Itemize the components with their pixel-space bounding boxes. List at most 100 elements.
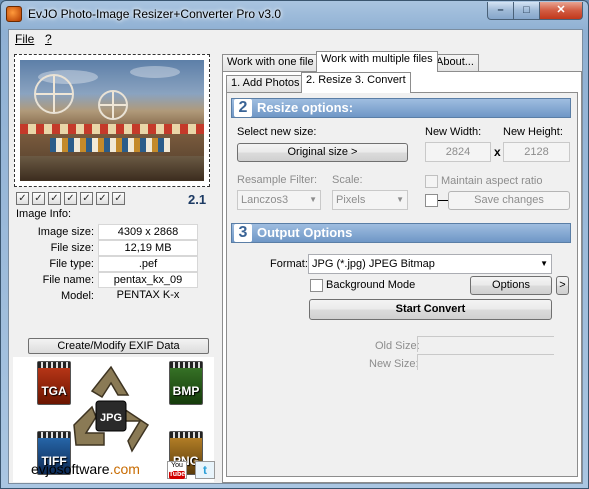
info-row-image-size: Image size: 4309 x 2868 bbox=[14, 224, 212, 240]
app-window: EvJO Photo-Image Resizer+Converter Pro v… bbox=[0, 0, 589, 489]
menu-bar: File ? bbox=[9, 30, 582, 48]
create-exif-button[interactable]: Create/Modify EXIF Data bbox=[28, 338, 209, 354]
new-width-label: New Width: bbox=[425, 126, 482, 138]
tab-multiple-files[interactable]: Work with multiple files bbox=[316, 51, 438, 72]
preview-check[interactable]: ✓ bbox=[48, 192, 61, 205]
twitter-icon[interactable]: t bbox=[195, 461, 215, 479]
preview-check[interactable]: ✓ bbox=[80, 192, 93, 205]
info-label: File type: bbox=[49, 258, 94, 270]
preview-frame bbox=[14, 54, 210, 187]
recycle-icon: JPG bbox=[73, 365, 150, 453]
maintain-aspect-checkbox[interactable] bbox=[425, 175, 438, 188]
resize-options-header: 2 Resize options: bbox=[231, 98, 571, 118]
preview-check[interactable]: ✓ bbox=[112, 192, 125, 205]
preview-check[interactable]: ✓ bbox=[96, 192, 109, 205]
info-row-file-name: File name: pentax_kx_09 bbox=[14, 272, 212, 288]
scale-value: Pixels bbox=[336, 194, 366, 206]
step-number: 3 bbox=[234, 224, 252, 242]
film-strip bbox=[170, 362, 202, 368]
scale-select[interactable]: Pixels ▼ bbox=[332, 190, 408, 210]
jpg-label: JPG bbox=[100, 412, 122, 424]
format-label: Format: bbox=[270, 258, 308, 270]
info-label: Image size: bbox=[37, 226, 94, 238]
info-row-file-size: File size: 12,19 MB bbox=[14, 240, 212, 256]
tab-one-file[interactable]: Work with one file bbox=[222, 54, 319, 71]
select-size-label: Select new size: bbox=[237, 126, 317, 138]
preview-check[interactable]: ✓ bbox=[64, 192, 77, 205]
menu-file[interactable]: File bbox=[15, 32, 34, 46]
menu-file-label: File bbox=[15, 32, 35, 46]
resize-convert-panel: 2 Resize options: Select new size: Origin… bbox=[226, 92, 578, 477]
format-value: JPG (*.jpg) JPEG Bitmap bbox=[312, 258, 435, 270]
website-link[interactable]: evjosoftware.com bbox=[31, 461, 140, 477]
bmp-label: BMP bbox=[172, 384, 200, 398]
section-title: Resize options: bbox=[257, 100, 354, 115]
preview-cloud bbox=[130, 66, 180, 78]
fair-booths bbox=[50, 138, 170, 152]
scale-label: Scale: bbox=[332, 174, 363, 186]
left-panel: ✓ ✓ ✓ ✓ ✓ ✓ ✓ 2.1 Image Info: Image size: 4309… bbox=[12, 51, 216, 483]
multiple-files-panel: 1. Add Photos 2. Resize 3. Convert 2 Resi… bbox=[222, 71, 582, 489]
title-bar[interactable]: EvJO Photo-Image Resizer+Converter Pro v… bbox=[1, 1, 588, 28]
minimize-button[interactable]: – bbox=[487, 2, 514, 20]
save-changes-button[interactable]: Save changes bbox=[448, 191, 570, 210]
background-mode-checkbox[interactable] bbox=[310, 279, 323, 292]
site-name: evjosoftware bbox=[31, 461, 110, 477]
info-value: PENTAX K-x bbox=[116, 289, 180, 301]
height-field[interactable]: 2128 bbox=[503, 142, 570, 162]
tab-about[interactable]: About... bbox=[431, 54, 479, 71]
window-title: EvJO Photo-Image Resizer+Converter Pro v… bbox=[28, 7, 282, 21]
width-field[interactable]: 2824 bbox=[425, 142, 491, 162]
photo-preview[interactable] bbox=[20, 60, 204, 181]
status-indicator: ... bbox=[399, 481, 407, 489]
tab-resize-convert[interactable]: 2. Resize 3. Convert bbox=[301, 72, 411, 93]
maintain-aspect-label: Maintain aspect ratio bbox=[441, 175, 543, 187]
maximize-button[interactable]: □ bbox=[513, 2, 540, 20]
ferris-wheel bbox=[34, 74, 74, 114]
new-height-label: New Height: bbox=[503, 126, 563, 138]
step-number: 2 bbox=[234, 99, 252, 117]
youtube-icon[interactable]: You Tube bbox=[167, 461, 187, 479]
preview-checks: ✓ ✓ ✓ ✓ ✓ ✓ ✓ bbox=[16, 192, 128, 206]
app-icon[interactable] bbox=[6, 6, 22, 22]
times-symbol: x bbox=[494, 145, 501, 159]
tab-add-photos[interactable]: 1. Add Photos bbox=[226, 75, 305, 92]
resample-filter-select[interactable]: Lanczos3 ▼ bbox=[237, 190, 321, 210]
menu-help-label: ? bbox=[45, 32, 52, 46]
info-label: File name: bbox=[42, 274, 94, 286]
version-label: 2.1 bbox=[188, 192, 207, 207]
info-label: Model: bbox=[60, 290, 94, 302]
info-value: 4309 x 2868 bbox=[98, 224, 198, 240]
film-strip bbox=[170, 432, 202, 438]
info-value: .pef bbox=[98, 256, 198, 272]
output-options-header: 3 Output Options bbox=[231, 223, 571, 243]
image-info-group: Image Info: Image size: 4309 x 2868 File… bbox=[14, 208, 212, 336]
section-title: Output Options bbox=[257, 225, 353, 240]
resample-filter-label: Resample Filter: bbox=[237, 174, 318, 186]
background-mode-label: Background Mode bbox=[326, 279, 416, 291]
close-button[interactable]: ✕ bbox=[539, 2, 583, 20]
image-info-title: Image Info: bbox=[16, 208, 72, 220]
chevron-down-icon: ▼ bbox=[396, 195, 404, 204]
youtube-top: You bbox=[171, 462, 183, 469]
info-row-file-type: File type: .pef bbox=[14, 256, 212, 272]
info-row-model: Model: PENTAX K-x bbox=[14, 288, 212, 304]
ferris-wheel bbox=[98, 90, 128, 120]
chevron-down-icon: ▼ bbox=[309, 195, 317, 204]
format-select[interactable]: JPG (*.jpg) JPEG Bitmap ▼ bbox=[308, 254, 552, 274]
options-button[interactable]: Options bbox=[470, 276, 552, 295]
chevron-down-icon: ▼ bbox=[540, 259, 548, 268]
original-size-button[interactable]: Original size > bbox=[237, 143, 408, 162]
site-tld: .com bbox=[109, 461, 140, 477]
save-changes-checkbox[interactable] bbox=[425, 194, 438, 207]
menu-help[interactable]: ? bbox=[45, 32, 52, 46]
preview-check[interactable]: ✓ bbox=[32, 192, 45, 205]
info-value: pentax_kx_09 bbox=[98, 272, 198, 288]
connector-line bbox=[438, 200, 448, 201]
preview-check[interactable]: ✓ bbox=[16, 192, 29, 205]
brand-logo-area[interactable]: TGA BMP TIFF PNG JPG evjoso bbox=[13, 357, 215, 482]
start-convert-button[interactable]: Start Convert bbox=[309, 299, 552, 320]
new-size-label: New Size: bbox=[369, 358, 419, 370]
fair-ground bbox=[20, 156, 204, 181]
options-more-button[interactable]: > bbox=[556, 276, 569, 295]
